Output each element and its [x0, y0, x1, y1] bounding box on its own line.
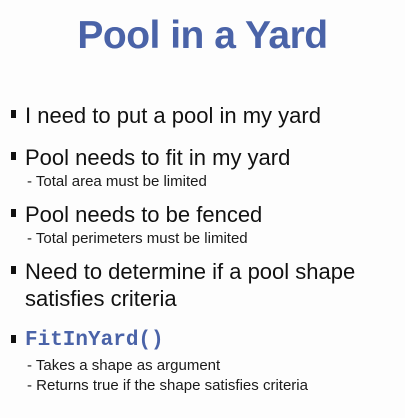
sub-bullet-text: - Returns true if the shape satisfies cr… — [27, 377, 308, 394]
bullet-text: Pool needs to fit in my yard — [25, 145, 291, 170]
bullet-marker — [11, 335, 16, 343]
bullet-text: I need to put a pool in my yard — [25, 103, 321, 128]
slide-title: Pool in a Yard — [77, 14, 328, 57]
function-name: FitInYard() — [25, 329, 164, 352]
bullet-text: Pool needs to be fenced — [25, 202, 263, 227]
bullet-marker — [11, 266, 16, 274]
bullet-marker — [11, 209, 16, 217]
sub-bullet-text: - Takes a shape as argument — [27, 357, 221, 374]
bullet-marker — [11, 110, 16, 118]
sub-bullet-text: - Total area must be limited — [27, 173, 207, 190]
sub-bullet-text: - Total perimeters must be limited — [27, 230, 248, 247]
bullet-text: Need to determine if a pool shape satisf… — [25, 259, 356, 311]
bullet-marker — [11, 152, 16, 160]
slide: Pool in a Yard I need to put a pool in m… — [0, 0, 405, 418]
